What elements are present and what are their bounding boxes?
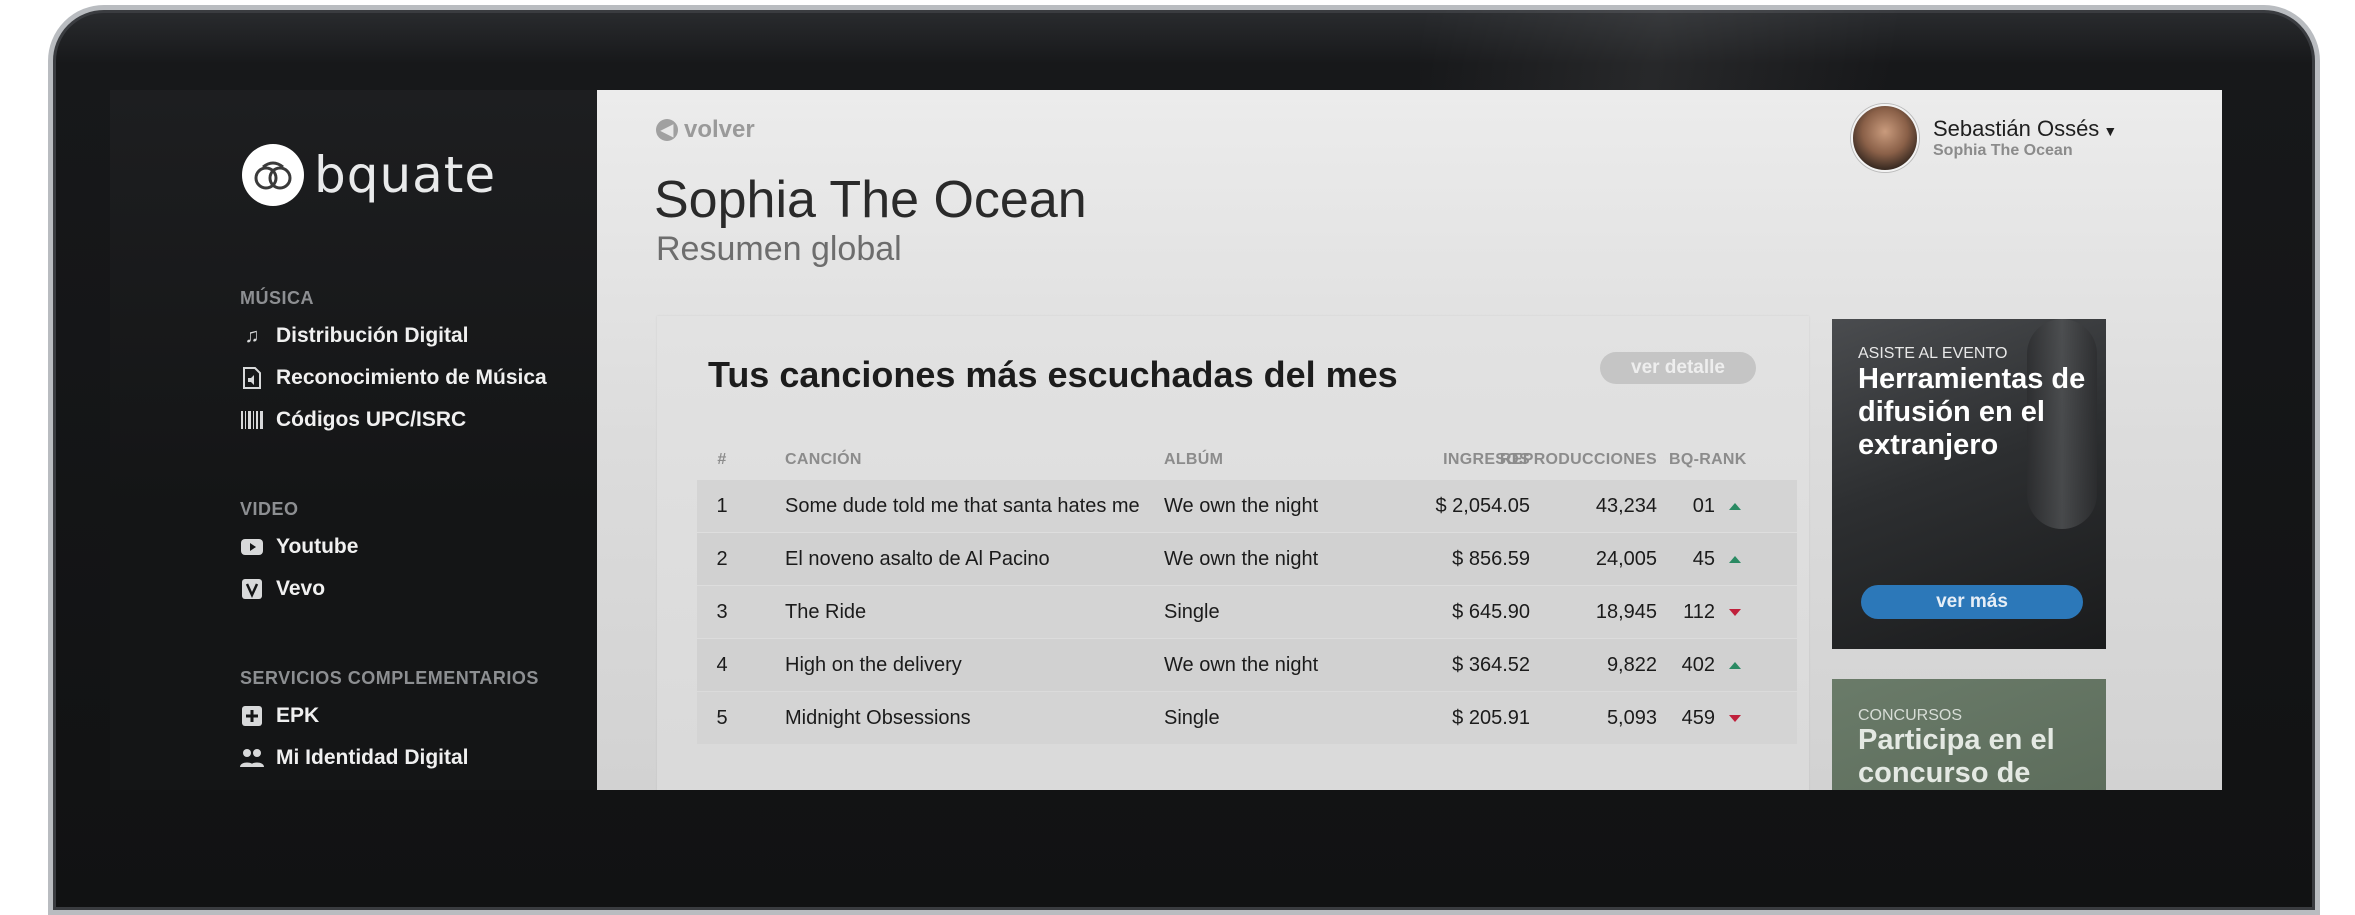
sidebar: bquate MÚSICA ♫ Distribución Digital Rec… [110, 90, 597, 790]
promo-title: Participa en el concurso de [1858, 724, 2055, 789]
caret-down-icon: ▼ [2103, 123, 2118, 139]
rank-value: 402 [1681, 653, 1715, 676]
audio-file-icon [240, 367, 264, 389]
column-header-income: INGRESOS [1443, 451, 1530, 468]
sidebar-item-label: EPK [276, 704, 320, 727]
brand-logo[interactable]: bquate [242, 144, 496, 206]
top-songs-card: Tus canciones más escuchadas del mes ver… [657, 316, 1809, 790]
user-info: Sebastián Ossés ▼ Sophia The Ocean [1933, 116, 2117, 160]
trend-down-icon [1729, 714, 1741, 722]
row-song: Some dude told me that santa hates me [785, 494, 1140, 517]
trend-down-icon [1729, 608, 1741, 616]
row-rank: 45 [1675, 533, 1755, 585]
column-header-song: CANCIÓN [785, 451, 862, 468]
table-header: # CANCIÓN ALBÚM INGRESOS REPRODUCCIONES … [697, 440, 1797, 480]
rank-value: 01 [1692, 494, 1715, 517]
vevo-icon [240, 578, 264, 600]
row-income: $ 205.91 [1452, 706, 1530, 729]
sidebar-item-reconocimiento-musica[interactable]: Reconocimiento de Música [240, 366, 547, 390]
nav-section-musica: MÚSICA [240, 288, 314, 308]
row-song: High on the delivery [785, 653, 962, 676]
row-num: 1 [716, 494, 728, 517]
row-plays: 9,822 [1606, 653, 1657, 676]
sidebar-item-mi-identidad-digital[interactable]: Mi Identidad Digital [240, 746, 469, 770]
sidebar-item-vevo[interactable]: Vevo [240, 577, 325, 601]
table-row[interactable]: 4 High on the delivery We own the night … [697, 639, 1797, 691]
row-rank: 402 [1675, 639, 1755, 691]
table-row[interactable]: 3 The Ride Single $ 645.90 18,945 112 [697, 586, 1797, 638]
row-plays: 43,234 [1595, 494, 1657, 517]
sidebar-item-epk[interactable]: EPK [240, 704, 319, 728]
table-row[interactable]: 1 Some dude told me that santa hates me … [697, 480, 1797, 532]
row-song: The Ride [785, 600, 867, 623]
row-song: Midnight Obsessions [785, 706, 971, 729]
nav-section-servicios-complementarios: SERVICIOS COMPLEMENTARIOS [240, 668, 539, 688]
bquate-logo-icon [242, 144, 304, 206]
row-num: 4 [716, 653, 728, 676]
nav-section-video: VIDEO [240, 499, 299, 519]
contest-promo-card[interactable]: CONCURSOS Participa en el concurso de [1832, 679, 2106, 790]
row-plays: 24,005 [1595, 547, 1657, 570]
promo-kicker: ASISTE AL EVENTO [1858, 345, 2008, 362]
sidebar-item-youtube[interactable]: Youtube [240, 535, 358, 559]
table-row[interactable]: 5 Midnight Obsessions Single $ 205.91 5,… [697, 692, 1797, 744]
songs-table: # CANCIÓN ALBÚM INGRESOS REPRODUCCIONES … [697, 440, 1797, 745]
user-menu[interactable]: Sebastián Ossés ▼ Sophia The Ocean [1851, 104, 2117, 172]
promo-title: Herramientas de difusión en el extranjer… [1858, 363, 2086, 461]
sidebar-item-label: Reconocimiento de Música [276, 366, 547, 389]
row-income: $ 645.90 [1452, 600, 1530, 623]
brand-name: bquate [314, 146, 497, 204]
trend-up-icon [1729, 502, 1741, 510]
row-income: $ 2,054.05 [1435, 494, 1530, 517]
sidebar-item-label: Distribución Digital [276, 324, 469, 347]
row-rank: 112 [1675, 586, 1755, 638]
back-label: volver [684, 116, 755, 143]
rank-value: 112 [1683, 600, 1715, 623]
column-header-rank: BQ-RANK [1669, 451, 1747, 468]
page-title: Sophia The Ocean [654, 171, 1087, 229]
sidebar-item-label: Códigos UPC/ISRC [276, 408, 467, 431]
avatar [1851, 104, 1919, 172]
row-plays: 18,945 [1595, 600, 1657, 623]
row-income: $ 364.52 [1452, 653, 1530, 676]
column-header-plays: REPRODUCCIONES [1499, 451, 1657, 468]
users-icon [240, 747, 264, 769]
row-num: 5 [716, 706, 728, 729]
page-subtitle: Resumen global [656, 230, 902, 268]
user-artist: Sophia The Ocean [1933, 142, 2073, 159]
barcode-icon [240, 409, 264, 431]
row-song: El noveno asalto de Al Pacino [785, 547, 1050, 570]
sidebar-item-distribucion-digital[interactable]: ♫ Distribución Digital [240, 324, 469, 348]
row-rank: 01 [1675, 480, 1755, 532]
arrow-left-circle-icon: ◀ [656, 119, 678, 141]
back-link[interactable]: ◀ volver [656, 116, 755, 144]
column-header-num: # [717, 451, 727, 468]
sidebar-item-label: Vevo [276, 577, 326, 600]
youtube-icon [240, 536, 264, 558]
rank-value: 459 [1681, 706, 1715, 729]
app-screen: bquate MÚSICA ♫ Distribución Digital Rec… [110, 90, 2222, 790]
row-rank: 459 [1675, 692, 1755, 744]
user-name: Sebastián Ossés [1933, 116, 2100, 141]
music-note-icon: ♫ [244, 324, 260, 347]
row-income: $ 856.59 [1452, 547, 1530, 570]
sidebar-item-label: Youtube [276, 535, 359, 558]
ver-mas-button[interactable]: ver más [1861, 585, 2083, 619]
promo-kicker: CONCURSOS [1858, 707, 1963, 724]
trend-up-icon [1729, 555, 1741, 563]
row-num: 2 [716, 547, 728, 570]
rank-value: 45 [1692, 547, 1715, 570]
row-num: 3 [716, 600, 728, 623]
plus-square-icon [240, 705, 264, 727]
trend-up-icon [1729, 661, 1741, 669]
user-name-row: Sebastián Ossés ▼ [1933, 116, 2117, 142]
event-promo-card[interactable]: ASISTE AL EVENTO Herramientas de difusió… [1832, 319, 2106, 649]
main-panel: ◀ volver Sophia The Ocean Resumen global… [597, 90, 2222, 790]
sidebar-item-label: Mi Identidad Digital [276, 746, 469, 769]
row-plays: 5,093 [1606, 706, 1657, 729]
ver-detalle-button[interactable]: ver detalle [1600, 352, 1756, 384]
card-title: Tus canciones más escuchadas del mes [708, 354, 1398, 395]
table-row[interactable]: 2 El noveno asalto de Al Pacino We own t… [697, 533, 1797, 585]
sidebar-item-codigos-upc-isrc[interactable]: Códigos UPC/ISRC [240, 408, 466, 432]
